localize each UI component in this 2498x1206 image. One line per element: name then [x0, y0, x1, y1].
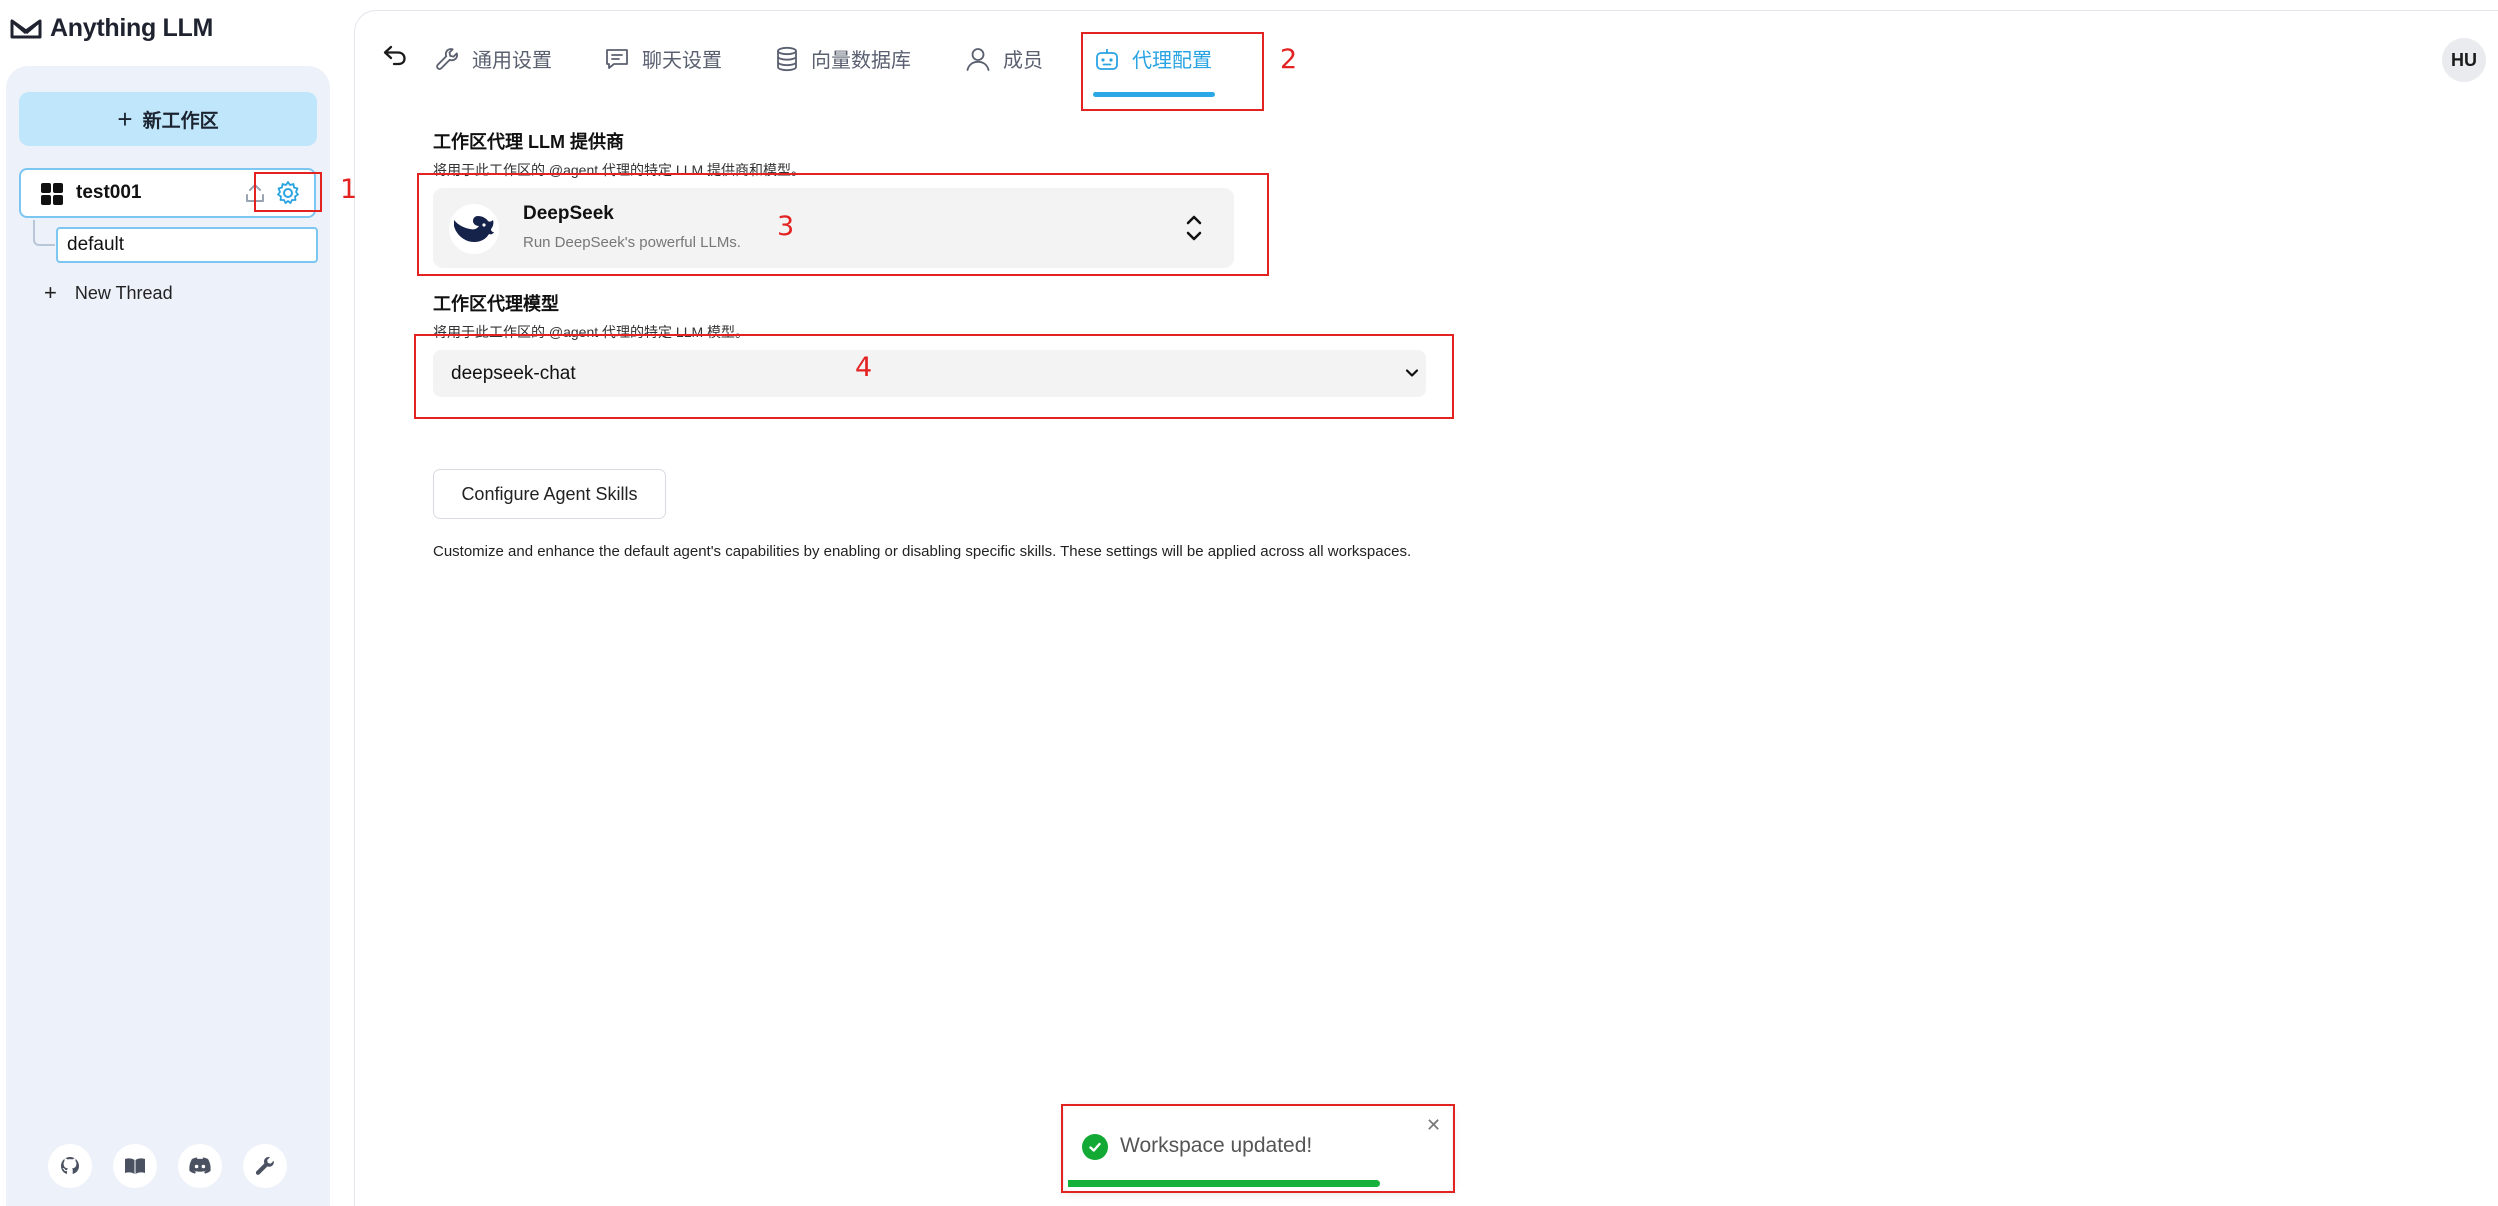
provider-section-title: 工作区代理 LLM 提供商	[433, 132, 624, 152]
user-avatar[interactable]: HU	[2442, 38, 2486, 82]
github-icon	[61, 1157, 79, 1174]
docs-button[interactable]	[113, 1144, 157, 1188]
brand: Anything LLM	[10, 14, 213, 43]
new-workspace-button[interactable]: + 新工作区	[19, 92, 317, 146]
new-workspace-label: 新工作区	[142, 110, 219, 132]
wrench-icon	[255, 1157, 274, 1175]
annotation-box-1	[254, 172, 322, 212]
book-icon	[125, 1158, 145, 1174]
plus-icon: +	[44, 280, 57, 305]
workspace-grid-icon	[41, 183, 63, 205]
agent-skills-description: Customize and enhance the default agent'…	[433, 543, 1412, 560]
thread-default[interactable]: default	[56, 227, 318, 263]
annotation-box-toast	[1061, 1104, 1455, 1193]
tab-general-settings[interactable]: 通用设置	[434, 44, 552, 73]
settings-button[interactable]	[243, 1144, 287, 1188]
tab-label: 通用设置	[472, 50, 552, 72]
annotation-box-3	[417, 173, 1269, 276]
github-button[interactable]	[48, 1144, 92, 1188]
user-icon	[966, 47, 990, 71]
tab-vector-database[interactable]: 向量数据库	[775, 44, 911, 73]
tab-chat-settings[interactable]: 聊天设置	[604, 44, 722, 73]
discord-icon	[189, 1157, 211, 1174]
plus-icon: +	[117, 104, 133, 134]
wrench-icon	[436, 47, 458, 70]
tab-label: 向量数据库	[811, 50, 911, 72]
tab-label: 聊天设置	[642, 50, 722, 72]
annotation-number-1: 1	[340, 174, 358, 205]
back-arrow-icon[interactable]	[382, 44, 408, 66]
annotation-number-2: 2	[1280, 44, 1298, 75]
annotation-box-4	[414, 334, 1454, 419]
anything-llm-logo-icon	[10, 19, 42, 38]
tab-members[interactable]: 成员	[965, 44, 1043, 73]
discord-button[interactable]	[178, 1144, 222, 1188]
database-icon	[777, 46, 797, 71]
model-section-title: 工作区代理模型	[433, 294, 559, 314]
tab-label: 成员	[1003, 50, 1043, 72]
annotation-number-4: 4	[855, 352, 873, 383]
new-thread-button[interactable]: + New Thread	[44, 280, 173, 306]
new-thread-label: New Thread	[74, 282, 173, 303]
app-title: Anything LLM	[50, 14, 214, 42]
chat-icon	[606, 48, 628, 69]
thread-connector	[33, 220, 55, 246]
configure-agent-skills-button[interactable]: Configure Agent Skills	[433, 469, 666, 519]
workspace-name: test001	[76, 182, 142, 203]
annotation-number-3: 3	[777, 211, 795, 242]
annotation-box-2	[1081, 32, 1264, 111]
